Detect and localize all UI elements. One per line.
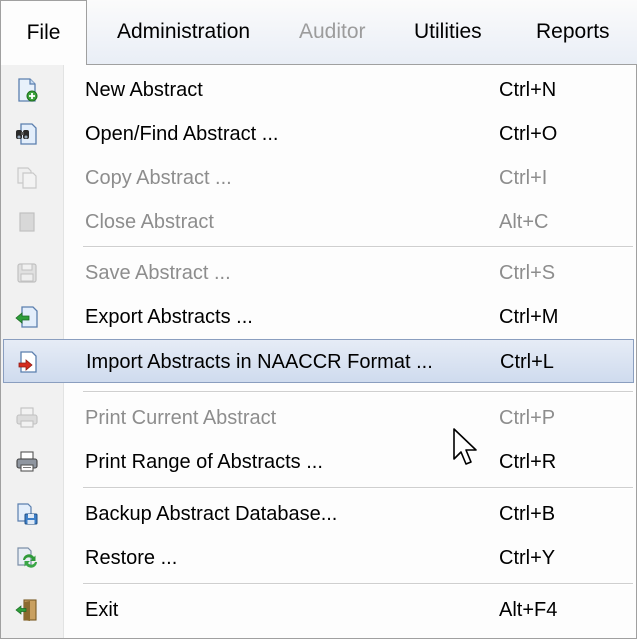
mouse-pointer-icon: [453, 428, 477, 465]
menu-item-shortcut: Ctrl+M: [499, 306, 559, 328]
new-document-icon: [18, 78, 38, 102]
menu-item-shortcut: Ctrl+Y: [499, 547, 556, 569]
menu-item-label: New Abstract: [85, 79, 203, 101]
menu-file[interactable]: File: [0, 0, 87, 65]
menu-reports[interactable]: Reports: [536, 0, 610, 64]
menu-item-shortcut: Ctrl+P: [499, 407, 556, 429]
menu-item-print-range[interactable]: Print Range of Abstracts ... Ctrl+R: [3, 440, 634, 484]
menu-item-backup-database[interactable]: Backup Abstract Database... Ctrl+B: [3, 492, 634, 536]
menu-item-shortcut: Alt+F4: [499, 599, 558, 621]
menu-separator: [83, 583, 633, 585]
menu-item-exit[interactable]: Exit Alt+F4: [3, 588, 634, 632]
exit-door-icon: [15, 599, 37, 621]
floppy-disk-icon: [17, 263, 37, 283]
copy-icon: [17, 167, 37, 189]
menu-item-print-current-abstract[interactable]: Print Current Abstract Ctrl+P: [3, 396, 634, 440]
menu-item-label: Print Current Abstract: [85, 407, 277, 429]
file-menu-dropdown: New Abstract Ctrl+N Open/Find Abstract .…: [0, 64, 637, 639]
menu-item-label: Open/Find Abstract ...: [85, 123, 279, 145]
menu-item-new-abstract[interactable]: New Abstract Ctrl+N: [3, 68, 634, 112]
menu-item-label: Import Abstracts in NAACCR Format ...: [86, 351, 433, 373]
database-backup-icon: [17, 503, 38, 525]
menu-separator: [83, 487, 633, 489]
menu-item-label: Restore ...: [85, 547, 178, 569]
menu-item-label: Close Abstract: [85, 211, 214, 233]
menu-item-shortcut: Ctrl+L: [500, 351, 554, 373]
menu-utilities[interactable]: Utilities: [414, 0, 482, 64]
menu-item-import-naaccr[interactable]: Import Abstracts in NAACCR Format ... Ct…: [3, 339, 634, 383]
menu-item-shortcut: Ctrl+R: [499, 451, 557, 473]
menu-item-label: Export Abstracts ...: [85, 306, 253, 328]
menu-item-shortcut: Ctrl+S: [499, 262, 556, 284]
restore-arrows-icon: [17, 547, 37, 568]
menu-bar: File Administration Auditor Utilities Re…: [0, 0, 637, 65]
menu-item-save-abstract[interactable]: Save Abstract ... Ctrl+S: [3, 251, 634, 295]
menu-item-label: Save Abstract ...: [85, 262, 231, 284]
menu-item-shortcut: Ctrl+I: [499, 167, 548, 189]
menu-item-label: Backup Abstract Database...: [85, 503, 338, 525]
printer-icon: [16, 451, 38, 472]
menu-item-shortcut: Ctrl+N: [499, 79, 557, 101]
menu-administration[interactable]: Administration: [117, 0, 250, 64]
menu-item-shortcut: Alt+C: [499, 211, 549, 233]
close-document-icon: [19, 212, 35, 232]
menu-auditor[interactable]: Auditor: [299, 0, 366, 64]
import-arrow-icon: [18, 351, 37, 373]
menu-item-label: Exit: [85, 599, 119, 621]
menu-item-shortcut: Ctrl+O: [499, 123, 558, 145]
menu-item-label: Copy Abstract ...: [85, 167, 232, 189]
menu-separator: [83, 246, 633, 248]
printer-icon: [16, 407, 38, 428]
menu-item-open-find-abstract[interactable]: Open/Find Abstract ... Ctrl+O: [3, 112, 634, 156]
menu-item-shortcut: Ctrl+B: [499, 503, 556, 525]
menu-item-label: Print Range of Abstracts ...: [85, 451, 323, 473]
menu-item-close-abstract[interactable]: Close Abstract Alt+C: [3, 200, 634, 244]
menu-separator: [83, 391, 633, 393]
binoculars-document-icon: [16, 123, 37, 145]
menu-item-copy-abstract[interactable]: Copy Abstract ... Ctrl+I: [3, 156, 634, 200]
menu-item-export-abstracts[interactable]: Export Abstracts ... Ctrl+M: [3, 295, 634, 339]
export-arrow-icon: [15, 306, 38, 328]
menu-item-restore[interactable]: Restore ... Ctrl+Y: [3, 536, 634, 580]
